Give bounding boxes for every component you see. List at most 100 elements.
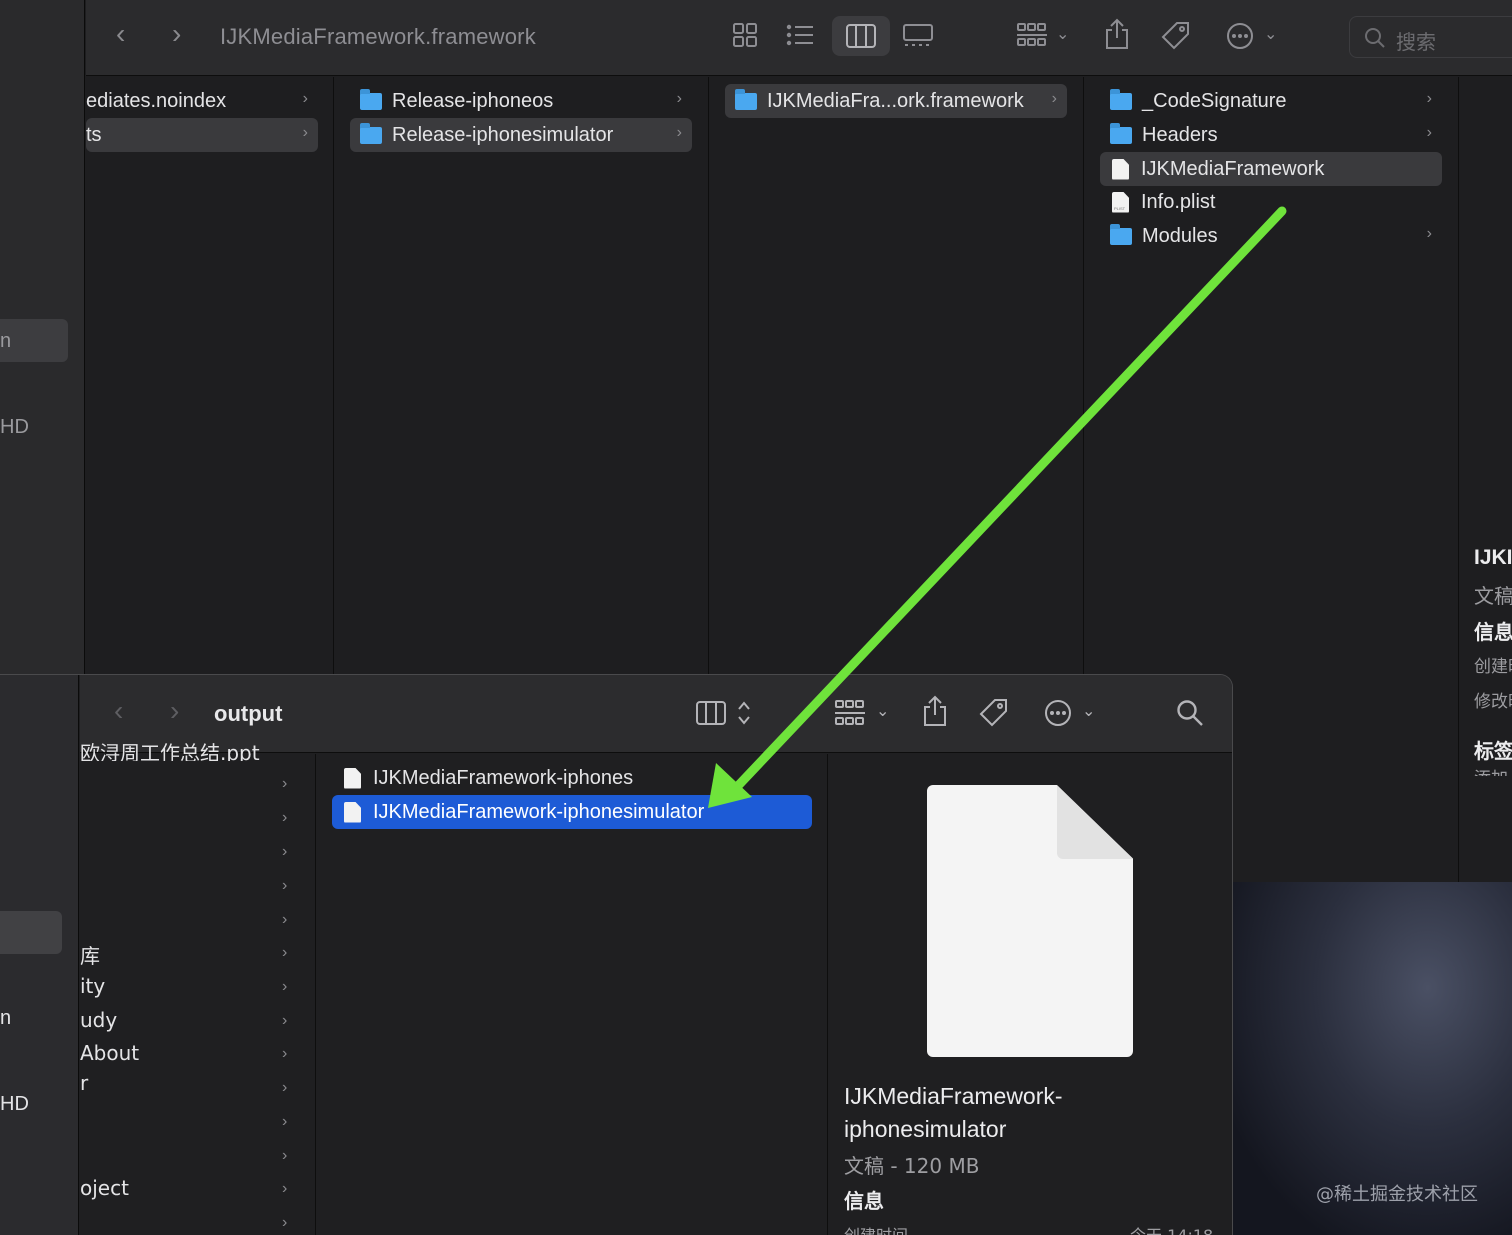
share-icon[interactable] <box>1104 18 1130 50</box>
folder-row[interactable]: IJKMediaFra...ork.framework › <box>725 84 1067 118</box>
folder-row[interactable]: Release-iphoneos › <box>350 84 692 118</box>
chevron-down-icon[interactable]: ⌄ <box>876 701 889 721</box>
item-label: Info.plist <box>1141 190 1216 213</box>
chevron-right-icon[interactable]: › <box>282 978 287 996</box>
forward-button[interactable]: › <box>172 20 181 48</box>
chevron-down-icon[interactable]: ⌄ <box>1082 701 1095 721</box>
group-icon[interactable] <box>834 699 866 727</box>
folder-icon <box>360 88 382 110</box>
chevron-right-icon[interactable]: › <box>282 1147 287 1165</box>
preview-kind-size: 文稿 - 120 MB <box>844 1154 980 1178</box>
list-item[interactable]: ity <box>80 974 105 998</box>
list-item[interactable]: oject <box>80 1176 129 1200</box>
column-view-icon[interactable] <box>696 701 726 725</box>
watermark: @稀土掘金技术社区 <box>1316 1184 1478 1205</box>
file-row[interactable]: IJKMediaFramework-iphonesimulator <box>332 795 812 829</box>
gallery-view-icon[interactable] <box>902 24 934 48</box>
info-add-tag-fragment[interactable]: 添加 <box>1474 768 1508 776</box>
chevron-right-icon: › <box>302 124 308 141</box>
tag-icon[interactable] <box>1160 20 1192 52</box>
chevron-right-icon: › <box>1426 90 1432 107</box>
share-icon[interactable] <box>922 695 948 727</box>
item-label: 欧浔周工作总结.ppt <box>80 741 260 761</box>
item-label: Release-iphoneos <box>392 89 554 112</box>
back-toolbar: ‹ › IJKMediaFramework.framework ⌄ ⌄ <box>86 0 1512 76</box>
folder-row[interactable]: Release-iphonesimulator › <box>350 118 692 152</box>
chevron-right-icon[interactable]: › <box>282 775 287 793</box>
back-button[interactable]: ‹ <box>116 20 125 48</box>
file-row[interactable]: IJKMediaFramework <box>1100 152 1442 186</box>
view-options-stepper-icon[interactable] <box>736 699 752 727</box>
preview-filename: IJKMediaFramework- <box>844 1083 1063 1109</box>
folder-icon <box>1110 122 1132 144</box>
folder-icon <box>1110 223 1132 245</box>
sidebar-item-fragment[interactable]: HD <box>0 416 29 439</box>
back-button[interactable]: ‹ <box>114 697 123 725</box>
preview-info-heading: 信息 <box>844 1189 884 1213</box>
folder-row[interactable]: _CodeSignature › <box>1100 84 1442 118</box>
column-divider[interactable] <box>315 754 316 1235</box>
chevron-right-icon[interactable]: › <box>282 877 287 895</box>
chevron-right-icon: › <box>676 124 682 141</box>
folder-row[interactable]: Modules › <box>1100 219 1442 253</box>
file-row[interactable]: Info.plist <box>1100 185 1442 219</box>
info-modified-fragment: 修改时 <box>1474 692 1512 712</box>
chevron-right-icon[interactable]: › <box>282 1012 287 1030</box>
forward-button[interactable]: › <box>170 697 179 725</box>
chevron-right-icon[interactable]: › <box>282 911 287 929</box>
folder-icon <box>360 122 382 144</box>
item-label: IJKMediaFramework-iphones <box>373 766 634 789</box>
chevron-right-icon[interactable]: › <box>282 944 287 962</box>
chevron-right-icon[interactable]: › <box>282 1079 287 1097</box>
preview-created-value: 今天 14:18 <box>1130 1224 1213 1235</box>
chevron-right-icon[interactable]: › <box>282 1045 287 1063</box>
list-view-icon[interactable] <box>786 24 814 46</box>
chevron-right-icon[interactable]: › <box>282 1113 287 1131</box>
chevron-right-icon: › <box>302 90 308 107</box>
folder-row[interactable]: Headers › <box>1100 118 1442 152</box>
chevron-right-icon: › <box>676 90 682 107</box>
list-item[interactable]: ediates.noindex › <box>86 84 318 118</box>
info-title-fragment: IJKI <box>1474 546 1512 569</box>
chevron-right-icon[interactable]: › <box>282 1214 287 1232</box>
search-icon[interactable] <box>1176 699 1204 727</box>
sidebar-item-fragment[interactable]: n <box>0 330 11 353</box>
item-label: IJKMediaFramework-iphonesimulator <box>373 800 705 823</box>
preview-created-label: 创建时间 <box>844 1224 908 1235</box>
list-item[interactable]: About <box>80 1041 139 1065</box>
group-icon[interactable] <box>1016 22 1048 48</box>
chevron-right-icon: › <box>1426 124 1432 141</box>
info-tags-fragment: 标签 <box>1474 739 1512 763</box>
chevron-right-icon[interactable]: › <box>282 1180 287 1198</box>
more-icon[interactable] <box>1226 22 1254 50</box>
search-icon <box>1365 28 1385 48</box>
sidebar-item-fragment[interactable]: n <box>0 1007 11 1030</box>
folder-icon <box>1110 88 1132 110</box>
clipped-row[interactable]: 欧浔周工作总结.ppt <box>80 737 316 761</box>
chevron-right-icon[interactable]: › <box>282 843 287 861</box>
search-placeholder: 搜索 <box>1396 30 1436 54</box>
folder-icon <box>735 88 757 110</box>
document-fold-icon <box>1057 785 1133 859</box>
more-icon[interactable] <box>1044 699 1072 727</box>
column-view-icon <box>846 24 876 48</box>
tag-icon[interactable] <box>978 697 1010 729</box>
chevron-down-icon[interactable]: ⌄ <box>1056 24 1069 44</box>
window-title: IJKMediaFramework.framework <box>220 24 536 49</box>
list-item[interactable]: 库 <box>80 940 100 969</box>
chevron-right-icon[interactable]: › <box>282 809 287 827</box>
column-divider[interactable] <box>827 754 828 1235</box>
list-item[interactable]: udy <box>80 1008 117 1032</box>
sidebar-selected-item[interactable] <box>0 911 62 954</box>
file-row[interactable]: IJKMediaFramework-iphones <box>332 761 812 795</box>
item-label: _CodeSignature <box>1142 89 1287 112</box>
list-item[interactable]: r <box>80 1071 88 1095</box>
sidebar-item-fragment[interactable]: HD <box>0 1093 29 1116</box>
info-kind-fragment: 文稿 <box>1474 584 1512 608</box>
chevron-down-icon[interactable]: ⌄ <box>1264 24 1277 44</box>
list-item[interactable]: ts › <box>86 118 318 152</box>
preview-filename-line2: iphonesimulator <box>844 1116 1007 1142</box>
column-divider[interactable] <box>1458 77 1459 882</box>
info-add-tag-clip: 添加 <box>1474 768 1512 776</box>
icon-view-icon[interactable] <box>732 22 758 48</box>
